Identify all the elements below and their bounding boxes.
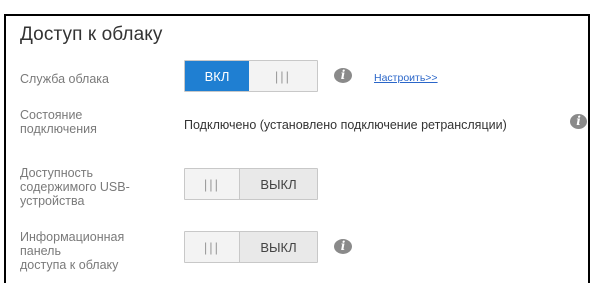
- usb-content-label-line1: Доступность: [20, 166, 94, 180]
- dashboard-access-label-line2: панель: [20, 244, 61, 258]
- cloud-service-toggle[interactable]: ВКЛ |||: [184, 60, 318, 92]
- usb-content-label-line3: устройства: [20, 194, 85, 208]
- info-icon[interactable]: i: [334, 239, 352, 254]
- toggle-grip: |||: [185, 232, 240, 262]
- info-glyph: i: [576, 114, 581, 128]
- toggle-grip: |||: [249, 61, 317, 91]
- cloud-service-label: Служба облака: [20, 72, 110, 86]
- usb-content-label-line2: содержимого USB-: [20, 180, 130, 194]
- toggle-off-label: ВЫКЛ: [240, 232, 317, 262]
- connection-status-value: Подключено (установлено подключение ретр…: [184, 118, 507, 132]
- panel-title: Доступ к облаку: [20, 24, 163, 45]
- info-icon[interactable]: i: [334, 68, 352, 83]
- toggle-off-label: ВЫКЛ: [240, 169, 317, 199]
- usb-content-label: Доступность содержимого USB- устройства: [20, 166, 130, 208]
- connection-status-label: Состояние подключения: [20, 108, 97, 136]
- info-glyph: i: [340, 68, 346, 82]
- dashboard-access-label-line1: Информационная: [20, 230, 125, 244]
- info-glyph: i: [340, 239, 346, 253]
- dashboard-access-label-line3: доступа к облаку: [20, 258, 119, 272]
- cloud-access-panel: Доступ к облаку Служба облака ВКЛ ||| i …: [4, 14, 590, 283]
- configure-link[interactable]: Настроить>>: [374, 72, 438, 84]
- toggle-grip: |||: [185, 169, 240, 199]
- connection-status-label-line2: подключения: [20, 122, 97, 136]
- dashboard-access-toggle[interactable]: ||| ВЫКЛ: [184, 231, 318, 263]
- usb-content-toggle[interactable]: ||| ВЫКЛ: [184, 168, 318, 200]
- info-icon[interactable]: i: [570, 114, 587, 129]
- toggle-on-label: ВКЛ: [185, 61, 249, 91]
- connection-status-label-line1: Состояние: [20, 108, 83, 122]
- dashboard-access-label: Информационная панель доступа к облаку: [20, 230, 124, 272]
